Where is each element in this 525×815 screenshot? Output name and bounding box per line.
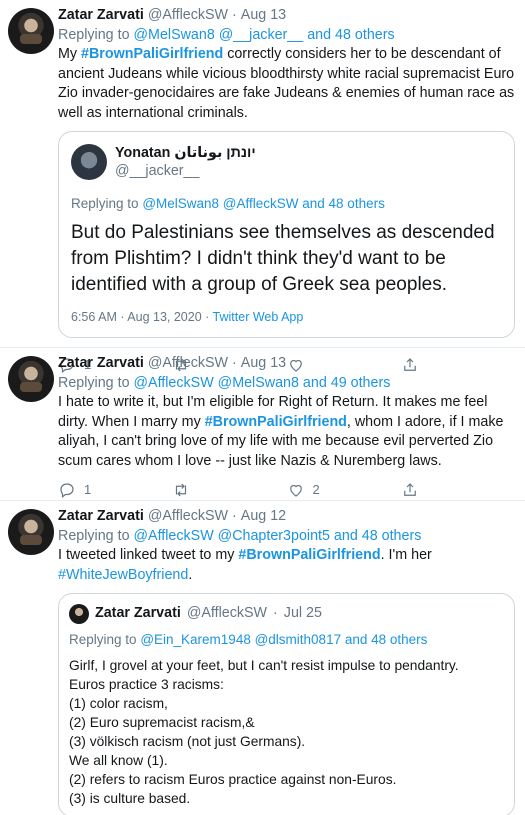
replying-to: Replying to @AffleckSW @Chapter3point5 a… — [58, 527, 515, 547]
avatar[interactable] — [8, 8, 54, 54]
quoted-text-line: We all know (1). — [69, 752, 168, 768]
quoted-text-line: (1) color racism, — [69, 695, 168, 711]
quoted-text-line: Girlf, I grovel at your feet, but I can'… — [69, 657, 459, 673]
quoted-tweet-text: But do Palestinians see themselves as de… — [71, 221, 495, 295]
quoted-tweet-date: Jul 25 — [283, 605, 322, 622]
replying-to: Replying to @MelSwan8 @__jacker__ and 48… — [58, 26, 515, 46]
quoted-tweet-header: Zatar Zarvati @AffleckSW · Jul 25 — [69, 604, 504, 624]
tweet-1[interactable]: Zatar Zarvati @AffleckSW · Aug 13 Replyi… — [0, 0, 525, 373]
quoted-author-handle: @AffleckSW — [186, 605, 268, 622]
tweet-3[interactable]: Zatar Zarvati @AffleckSW · Aug 12 Replyi… — [0, 501, 525, 815]
replying-others-link[interactable]: and 48 others — [307, 27, 394, 43]
separator-dot: · — [232, 7, 237, 23]
tweet-text: I hate to write it, but I'm eligible for… — [58, 393, 515, 471]
quoted-replying-prefix: Replying to — [71, 196, 139, 211]
reply-icon — [60, 483, 74, 498]
heart-icon — [289, 484, 302, 497]
reply-count: 1 — [84, 482, 92, 498]
share-button[interactable] — [401, 481, 515, 499]
replying-users-link[interactable]: @AffleckSW @MelSwan8 and 49 others — [134, 375, 391, 391]
quoted-tweet-meta: 6:56 AM · Aug 13, 2020 · Twitter Web App — [71, 308, 502, 328]
replying-prefix: Replying to — [58, 26, 130, 43]
hashtag-link[interactable]: #BrownPaliGirlfriend — [81, 46, 223, 62]
quoted-replying-to: Replying to @MelSwan8 @AffleckSW and 48 … — [71, 194, 502, 214]
retweet-button[interactable] — [172, 481, 286, 499]
replying-users-link[interactable]: @AffleckSW @Chapter3point5 and 48 others — [134, 528, 422, 544]
quoted-tweet[interactable]: Zatar Zarvati @AffleckSW · Jul 25 Replyi… — [58, 593, 515, 815]
quoted-tweet-header: Yonatan יונתן بوناتان @__jacker__ — [71, 144, 502, 180]
share-icon — [403, 483, 416, 496]
replying-to: Replying to @AffleckSW @MelSwan8 and 49 … — [58, 374, 515, 394]
quoted-replying-users[interactable]: @MelSwan8 @AffleckSW and 48 others — [142, 196, 385, 211]
quoted-text-line: (3) is culture based. — [69, 790, 191, 806]
separator-dot: · — [232, 355, 237, 371]
retweet-icon — [176, 483, 187, 497]
quoted-tweet-text: Girlf, I grovel at your feet, but I can'… — [69, 656, 504, 808]
quoted-author-name: Zatar Zarvati — [95, 605, 181, 622]
quoted-author-handle: @__jacker__ — [115, 163, 200, 179]
quoted-replying-users[interactable]: @Ein_Karem1948 @dlsmith0817 and 48 other… — [140, 632, 427, 647]
replying-prefix: Replying to — [58, 527, 130, 544]
author-name[interactable]: Zatar Zarvati — [58, 507, 144, 527]
tweet-2[interactable]: Zatar Zarvati @AffleckSW · Aug 13 Replyi… — [0, 348, 525, 501]
quoted-replying-to: Replying to @Ein_Karem1948 @dlsmith0817 … — [69, 630, 504, 650]
tweet-text: I tweeted linked tweet to my #BrownPaliG… — [58, 546, 515, 585]
separator-dot: · — [232, 508, 237, 524]
quoted-text-line: (2) Euro supremacist racism,& — [69, 714, 255, 730]
tweet-date[interactable]: Aug 13 — [241, 6, 286, 26]
quoted-author-name: Yonatan יונתן بوناتان — [115, 145, 256, 161]
tweet-text-pre: My — [58, 46, 82, 62]
replying-users-link[interactable]: @MelSwan8 @__jacker__ — [134, 27, 304, 43]
reply-button[interactable]: 1 — [58, 480, 172, 500]
quoted-replying-prefix: Replying to — [69, 632, 137, 647]
tweet-header: Zatar Zarvati @AffleckSW · Aug 13 — [58, 354, 515, 374]
tweet-date[interactable]: Aug 12 — [241, 507, 286, 527]
avatar[interactable] — [8, 356, 54, 402]
tweet-date[interactable]: Aug 13 — [241, 354, 286, 374]
hashtag-link-2[interactable]: #WhiteJewBoyfriend — [58, 567, 188, 583]
quoted-tweet-time[interactable]: 6:56 AM · Aug 13, 2020 · — [71, 310, 213, 324]
quoted-avatar — [69, 604, 89, 624]
quoted-text-line: Euros practice 3 racisms: — [69, 676, 224, 692]
tweet-text-mid: . I'm her — [380, 547, 432, 563]
quoted-text-line: (3) völkisch racism (not just Germans). — [69, 733, 306, 749]
author-handle[interactable]: @AffleckSW — [148, 507, 228, 527]
quoted-tweet[interactable]: Yonatan יונתן بوناتان @__jacker__ Replyi… — [58, 131, 515, 338]
author-name[interactable]: Zatar Zarvati — [58, 354, 144, 374]
quoted-tweet-source[interactable]: Twitter Web App — [213, 310, 304, 324]
quoted-avatar — [71, 144, 107, 180]
author-handle[interactable]: @AffleckSW — [148, 6, 228, 26]
tweet-text-pre: I tweeted linked tweet to my — [58, 547, 239, 563]
avatar[interactable] — [8, 509, 54, 555]
replying-prefix: Replying to — [58, 374, 130, 391]
like-button[interactable]: 2 — [287, 480, 401, 500]
hashtag-link[interactable]: #BrownPaliGirlfriend — [205, 414, 347, 430]
like-count: 2 — [312, 482, 320, 498]
tweet-text-post: . — [188, 566, 193, 583]
tweet-header: Zatar Zarvati @AffleckSW · Aug 12 — [58, 507, 515, 527]
author-handle[interactable]: @AffleckSW — [148, 354, 228, 374]
separator-dot: · — [273, 605, 278, 622]
tweet-header: Zatar Zarvati @AffleckSW · Aug 13 — [58, 6, 515, 26]
quoted-text-line: (2) refers to racism Euros practice agai… — [69, 771, 397, 787]
hashtag-link[interactable]: #BrownPaliGirlfriend — [238, 547, 380, 563]
tweet-text: My #BrownPaliGirlfriend correctly consid… — [58, 45, 515, 123]
author-name[interactable]: Zatar Zarvati — [58, 6, 144, 26]
